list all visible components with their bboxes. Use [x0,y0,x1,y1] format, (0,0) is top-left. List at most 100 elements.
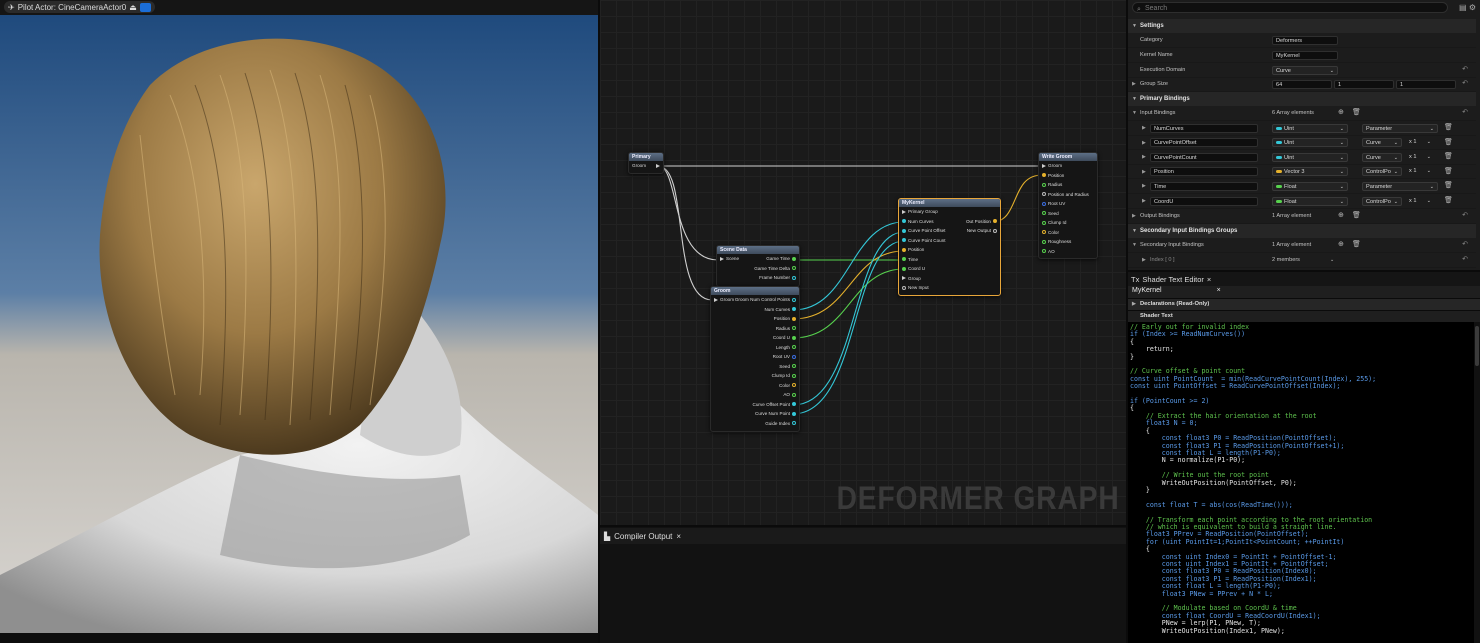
binding-name-field[interactable]: CurvePointOffset [1150,138,1258,148]
reset-icon[interactable]: ↶ [1462,209,1468,224]
curve-num-point-pin[interactable] [792,411,796,416]
length-pin[interactable] [792,345,796,350]
num-curves-pin[interactable] [792,307,796,312]
clump-id-pin[interactable] [792,373,796,378]
k-curve-point-offset-pin[interactable] [902,228,906,233]
level-viewport[interactable]: ✈ Pilot Actor: CineCameraActor0 ⏏ [0,0,598,643]
out-position-pin[interactable] [993,219,997,224]
binding-multiplier-select[interactable]: x 1 ⌄ [1406,153,1434,162]
declarations-section[interactable]: ▶ Declarations (Read-Only) [1128,299,1480,310]
new-output-pin[interactable] [993,228,997,233]
execution-domain-select[interactable]: Curve ⌄ [1272,65,1338,75]
binding-domain-select[interactable]: ControlPo ⌄ [1362,196,1402,206]
binding-name-field[interactable]: CurvePointCount [1150,152,1258,162]
trash-icon[interactable]: 🗑 [1352,106,1361,121]
binding-type-select[interactable]: Float ⌄ [1272,196,1348,206]
primary-node[interactable]: Primary Groom [628,152,664,174]
pilot-actor-pill[interactable]: ✈ Pilot Actor: CineCameraActor0 ⏏ [4,1,155,13]
binding-domain-select[interactable]: Curve ⌄ [1362,152,1402,162]
reset-icon[interactable]: ↶ [1462,63,1468,78]
color-pin[interactable] [792,383,796,388]
shader-code[interactable]: // Early out for invalid index if (Index… [1130,323,1474,635]
reset-icon[interactable]: ↶ [1462,253,1468,268]
groom-num-control-points-pin[interactable] [792,297,796,302]
k-position-pin[interactable] [902,247,906,252]
k-coord-u-pin[interactable] [902,266,906,271]
wg-radius-pin[interactable] [1042,182,1046,187]
wg-groom-pin[interactable] [1042,163,1046,168]
add-icon[interactable]: ⊕ [1338,209,1344,224]
binding-domain-select[interactable]: Curve ⌄ [1362,138,1402,148]
k-group-pin[interactable] [902,276,906,281]
settings-icon[interactable]: ▤ ⚙ [1459,3,1476,12]
wg-color-pin[interactable] [1042,230,1046,235]
radius-pin[interactable] [792,326,796,331]
scene-input-pin[interactable] [720,256,724,261]
kernel-name-field[interactable]: MyKernel [1272,50,1338,60]
deformer-graph-editor[interactable]: Primary Groom Scene Data Scene Game Time … [600,0,1126,525]
add-icon[interactable]: ⊕ [1338,238,1344,253]
coord-u-pin[interactable] [792,335,796,340]
scrollbar-thumb[interactable] [1475,326,1479,366]
binding-type-select[interactable]: Uint ⌄ [1272,152,1348,162]
scene-data-node[interactable]: Scene Data Scene Game Time Game Time Delt… [716,245,800,287]
binding-type-select[interactable]: Float ⌄ [1272,181,1348,191]
camera-icon[interactable] [139,2,151,12]
group-size-x[interactable]: 64 [1272,79,1332,89]
close-icon[interactable]: × [1207,275,1211,284]
chevron-down-icon[interactable]: ⌄ [1330,253,1334,268]
tab-compiler-output[interactable]: ▙ Compiler Output × [604,530,681,542]
trash-icon[interactable]: 🗑 [1444,121,1453,136]
trash-icon[interactable]: 🗑 [1444,179,1453,194]
wg-ao-pin[interactable] [1042,249,1046,254]
binding-type-select[interactable]: Uint ⌄ [1272,138,1348,148]
guide-index-pin[interactable] [792,421,796,426]
seed-pin[interactable] [792,364,796,369]
game-time-pin[interactable] [792,256,796,261]
game-time-delta-pin[interactable] [792,266,796,271]
frame-number-pin[interactable] [792,275,796,280]
binding-multiplier-select[interactable]: x 1 ⌄ [1406,138,1434,147]
trash-icon[interactable]: 🗑 [1352,209,1361,224]
trash-icon[interactable]: 🗑 [1352,238,1361,253]
wg-roughness-pin[interactable] [1042,239,1046,244]
binding-multiplier-select[interactable]: x 1 ⌄ [1406,197,1434,206]
position-pin[interactable] [792,316,796,321]
trash-icon[interactable]: 🗑 [1444,165,1453,180]
root-uv-pin[interactable] [792,354,796,359]
reset-icon[interactable]: ↶ [1462,238,1468,253]
binding-type-select[interactable]: Vector 3 ⌄ [1272,167,1348,177]
close-icon[interactable]: × [1217,287,1221,294]
binding-name-field[interactable]: Time [1150,181,1258,191]
trash-icon[interactable]: 🗑 [1444,136,1453,151]
write-groom-node[interactable]: Write Groom Groom Position Radius Positi… [1038,152,1098,259]
binding-name-field[interactable]: NumCurves [1150,123,1258,133]
shader-code-editor[interactable]: // Early out for invalid index if (Index… [1128,322,1474,643]
binding-domain-select[interactable]: ControlPo ⌄ [1362,167,1402,177]
eject-icon[interactable]: ⏏ [129,3,137,12]
wg-clump-id-pin[interactable] [1042,220,1046,225]
binding-name-field[interactable]: Position [1150,167,1258,177]
tab-kernel[interactable]: MyKernel × [1132,287,1221,294]
wg-root-uv-pin[interactable] [1042,201,1046,206]
settings-section[interactable]: ▼ Settings [1128,19,1476,33]
code-scrollbar[interactable] [1474,322,1480,643]
binding-type-select[interactable]: Uint ⌄ [1272,123,1348,133]
secondary-bindings-section[interactable]: ▼ Secondary Input Bindings Groups [1128,224,1476,238]
wg-seed-pin[interactable] [1042,211,1046,216]
k-num-curves-pin[interactable] [902,219,906,224]
category-field[interactable]: Deformers [1272,35,1338,45]
ao-pin[interactable] [792,392,796,397]
close-icon[interactable]: × [676,532,681,541]
primary-groom-pin[interactable] [656,163,660,168]
k-curve-point-count-pin[interactable] [902,238,906,243]
binding-name-field[interactable]: CoordU [1150,196,1258,206]
tab-shader-text-editor[interactable]: Tx Shader Text Editor × [1131,273,1211,285]
groom-node[interactable]: Groom Groom Groom Num Control Points Num … [710,286,800,432]
binding-domain-select[interactable]: Parameter ⌄ [1362,181,1438,191]
reset-icon[interactable]: ↶ [1462,77,1468,92]
curve-offset-point-pin[interactable] [792,402,796,407]
add-icon[interactable]: ⊕ [1338,106,1344,121]
kernel-node[interactable]: MyKernel Primary Group Num Curves Out Pos… [898,198,1001,296]
primary-group-pin[interactable] [902,209,906,214]
